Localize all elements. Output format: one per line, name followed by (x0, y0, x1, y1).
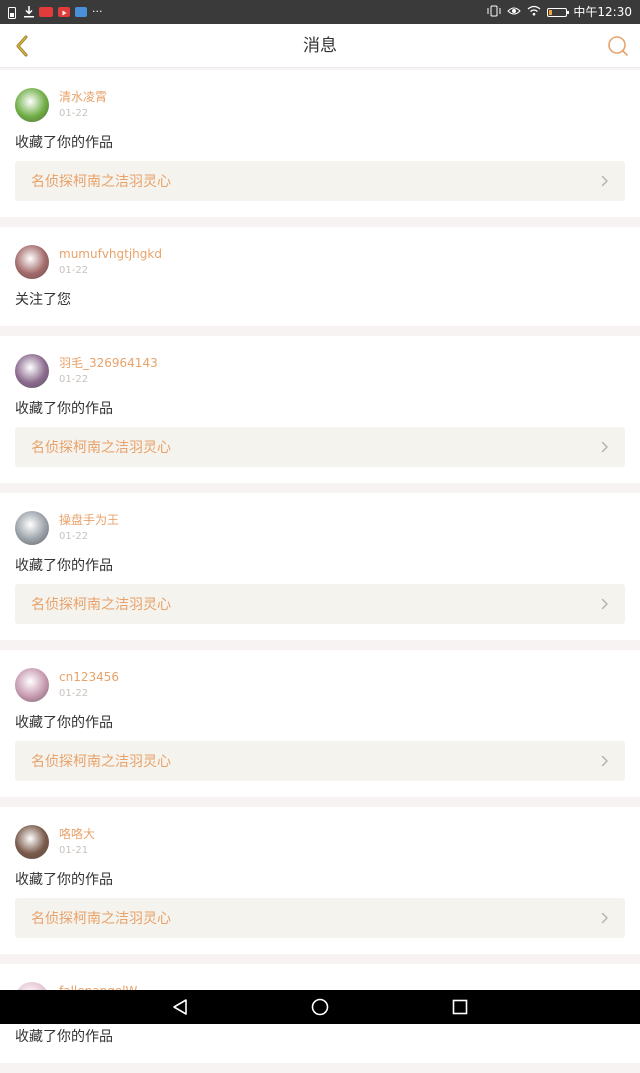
sim-icon (8, 6, 19, 19)
nav-home-button[interactable] (310, 997, 330, 1017)
clock: 中午12:30 (573, 5, 632, 19)
username[interactable]: 清水凌霄 (59, 90, 107, 104)
chevron-right-icon (601, 597, 611, 611)
work-title: 名侦探柯南之洁羽灵心 (31, 597, 171, 613)
message-meta: cn123456 01-22 (59, 670, 119, 701)
chevron-right-icon (601, 440, 611, 454)
nav-back-button[interactable] (170, 997, 190, 1017)
chevron-right-icon (601, 911, 611, 925)
message-date: 01-22 (59, 687, 89, 699)
nav-recents-button[interactable] (450, 997, 470, 1017)
message-action-text: 收藏了你的作品 (15, 715, 113, 731)
message-card[interactable]: 咯咯大 01-21 收藏了你的作品名侦探柯南之洁羽灵心 (0, 807, 640, 954)
work-link[interactable]: 名侦探柯南之洁羽灵心 (15, 161, 625, 201)
avatar[interactable] (15, 825, 49, 859)
message-action-text: 收藏了你的作品 (15, 1029, 113, 1045)
eye-icon (507, 5, 522, 19)
username[interactable]: 羽毛_326964143 (59, 356, 158, 370)
chevron-right-icon (601, 754, 611, 768)
work-link[interactable]: 名侦探柯南之洁羽灵心 (15, 584, 625, 624)
message-card[interactable]: cn123456 01-22 收藏了你的作品名侦探柯南之洁羽灵心 (0, 650, 640, 797)
message-meta: 操盘手为王 01-22 (59, 513, 119, 544)
message-meta: 清水凌霄 01-22 (59, 90, 107, 121)
message-meta: 咯咯大 01-21 (59, 827, 95, 858)
chevron-right-icon (601, 174, 611, 188)
work-link[interactable]: 名侦探柯南之洁羽灵心 (15, 898, 625, 938)
username[interactable]: cn123456 (59, 670, 119, 684)
message-action-text: 收藏了你的作品 (15, 401, 113, 417)
message-card[interactable]: 羽毛_326964143 01-22 收藏了你的作品名侦探柯南之洁羽灵心 (0, 336, 640, 483)
message-header: 羽毛_326964143 01-22 (15, 354, 625, 388)
message-date: 01-22 (59, 530, 89, 542)
status-right-icons: 中午12:30 (487, 4, 632, 20)
battery-level (549, 9, 553, 15)
message-action-text: 关注了您 (15, 292, 71, 308)
avatar[interactable] (15, 354, 49, 388)
message-header: 清水凌霄 01-22 (15, 88, 625, 122)
message-date: 01-22 (59, 373, 89, 385)
message-meta: 羽毛_326964143 01-22 (59, 356, 158, 387)
message-header: 咯咯大 01-21 (15, 825, 625, 859)
message-header: cn123456 01-22 (15, 668, 625, 702)
top-app-bar: 消息 (0, 24, 640, 68)
status-bar: ··· 中午12:30 (0, 0, 640, 24)
message-card[interactable]: 操盘手为王 01-22 收藏了你的作品名侦探柯南之洁羽灵心 (0, 493, 640, 640)
username[interactable]: 操盘手为王 (59, 513, 119, 527)
work-title: 名侦探柯南之洁羽灵心 (31, 440, 171, 456)
video-app-icon (58, 7, 70, 17)
page-title: 消息 (303, 36, 337, 56)
message-meta: mumufvhgtjhgkd 01-22 (59, 247, 162, 278)
message-header: mumufvhgtjhgkd 01-22 (15, 245, 625, 279)
message-card[interactable]: mumufvhgtjhgkd 01-22 关注了您 (0, 227, 640, 326)
system-nav-bar (0, 990, 640, 1024)
work-link[interactable]: 名侦探柯南之洁羽灵心 (15, 741, 625, 781)
battery-icon (547, 7, 570, 17)
more-notifications-icon: ··· (92, 5, 103, 18)
search-button[interactable] (604, 32, 632, 60)
username[interactable]: mumufvhgtjhgkd (59, 247, 162, 261)
triangle-back-icon (173, 999, 187, 1015)
work-title: 名侦探柯南之洁羽灵心 (31, 911, 171, 927)
avatar[interactable] (15, 511, 49, 545)
square-recents-icon (452, 999, 468, 1015)
search-icon (608, 36, 628, 56)
message-action-text: 收藏了你的作品 (15, 872, 113, 888)
message-date: 01-21 (59, 844, 89, 856)
work-link[interactable]: 名侦探柯南之洁羽灵心 (15, 427, 625, 467)
message-header: 操盘手为王 01-22 (15, 511, 625, 545)
username[interactable]: 咯咯大 (59, 827, 95, 841)
work-title: 名侦探柯南之洁羽灵心 (31, 174, 171, 190)
wifi-icon (527, 5, 541, 19)
work-title: 名侦探柯南之洁羽灵心 (31, 754, 171, 770)
avatar[interactable] (15, 245, 49, 279)
message-date: 01-22 (59, 264, 89, 276)
avatar[interactable] (15, 668, 49, 702)
message-action-text: 收藏了你的作品 (15, 135, 113, 151)
vibrate-icon (487, 5, 501, 20)
avatar[interactable] (15, 88, 49, 122)
app-blue-icon (75, 7, 87, 17)
message-action-text: 收藏了你的作品 (15, 558, 113, 574)
message-list: 清水凌霄 01-22 收藏了你的作品 名侦探柯南之洁羽灵心 mumufvhgtjhgkd… (0, 70, 640, 1073)
message-date: 01-22 (59, 107, 89, 119)
message-card[interactable]: 清水凌霄 01-22 收藏了你的作品名侦探柯南之洁羽灵心 (0, 70, 640, 217)
download-icon (24, 6, 34, 18)
app-red-icon (39, 7, 53, 17)
circle-home-icon (311, 998, 329, 1016)
status-left-icons: ··· (8, 4, 103, 20)
